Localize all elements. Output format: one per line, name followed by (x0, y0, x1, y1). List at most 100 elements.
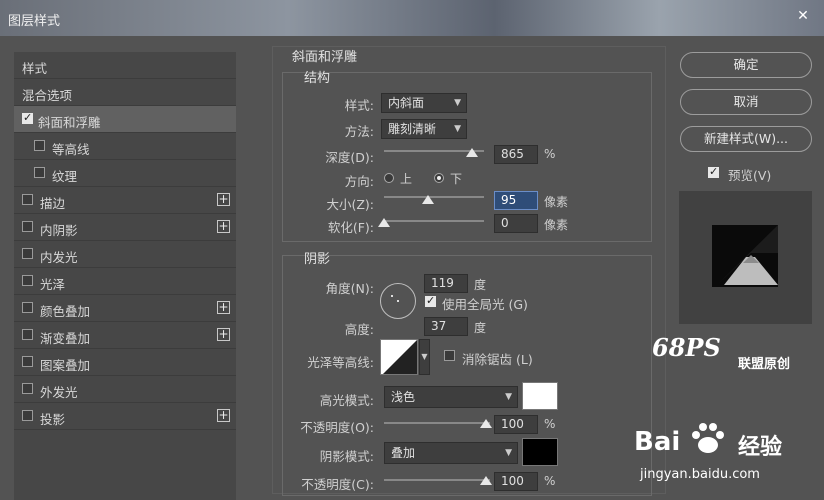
stroke-checkbox[interactable] (22, 194, 33, 205)
list-empty-area (14, 430, 236, 500)
list-item-pattern-overlay[interactable]: 图案叠加 (14, 349, 236, 376)
angle-dial-marker (391, 295, 393, 297)
list-item-styles[interactable]: 样式 (14, 52, 236, 79)
outer-glow-checkbox[interactable] (22, 383, 33, 394)
angle-dial[interactable] (380, 283, 416, 319)
close-icon[interactable]: ✕ (792, 6, 814, 26)
ok-button[interactable]: 确定 (680, 52, 812, 78)
angle-dial-center (397, 300, 399, 302)
list-item-outer-glow[interactable]: 外发光 (14, 376, 236, 403)
shadow-color-swatch[interactable] (522, 438, 558, 466)
baidu-url-text: jingyan.baidu.com (640, 467, 760, 482)
drop-shadow-checkbox[interactable] (22, 410, 33, 421)
gloss-contour-swatch[interactable] (380, 339, 418, 375)
soften-slider-thumb[interactable] (378, 218, 390, 227)
altitude-unit: 度 (474, 321, 487, 335)
direction-down-radio[interactable] (434, 173, 444, 183)
title-bar: 图层样式 ✕ (0, 0, 824, 36)
highlight-opacity-input[interactable]: 100 (494, 415, 538, 434)
contour-dropdown-chevron-icon[interactable]: ▼ (419, 339, 430, 375)
shadow-opacity-track[interactable] (384, 479, 490, 481)
soften-label: 软化(F): (327, 220, 374, 235)
direction-down-label: 下 (450, 172, 463, 186)
highlight-mode-value: 浅色 (391, 390, 416, 404)
soften-input[interactable]: 0 (494, 214, 538, 233)
list-item-label: 描边 (40, 196, 66, 211)
list-item-gradient-overlay[interactable]: 渐变叠加 + (14, 322, 236, 349)
contour-checkbox[interactable] (34, 140, 45, 151)
highlight-mode-select[interactable]: 浅色 ▼ (384, 386, 518, 408)
inner-glow-checkbox[interactable] (22, 248, 33, 259)
pattern-overlay-checkbox[interactable] (22, 356, 33, 367)
add-icon[interactable]: + (217, 301, 230, 314)
add-icon[interactable]: + (217, 409, 230, 422)
window-title: 图层样式 (8, 14, 61, 29)
list-item-label: 图案叠加 (40, 358, 91, 373)
add-icon[interactable]: + (217, 328, 230, 341)
soften-unit: 像素 (544, 218, 569, 232)
depth-input[interactable]: 865 (494, 145, 538, 164)
shadow-opacity-thumb[interactable] (480, 476, 492, 485)
shadow-mode-value: 叠加 (391, 446, 416, 460)
gloss-contour-label: 光泽等高线: (307, 355, 374, 370)
list-item-satin[interactable]: 光泽 (14, 268, 236, 295)
chevron-down-icon: ▼ (454, 98, 461, 108)
bevel-checkbox[interactable] (22, 111, 33, 124)
list-item-inner-shadow[interactable]: 内阴影 + (14, 214, 236, 241)
size-slider-thumb[interactable] (422, 195, 434, 204)
add-icon[interactable]: + (217, 220, 230, 233)
size-input[interactable]: 95 (494, 191, 538, 210)
gradient-overlay-checkbox[interactable] (22, 329, 33, 340)
depth-slider-thumb[interactable] (466, 148, 478, 157)
highlight-opacity-track[interactable] (384, 422, 490, 424)
list-item-label: 内发光 (40, 250, 78, 265)
new-style-button[interactable]: 新建样式(W)... (680, 126, 812, 152)
texture-checkbox[interactable] (34, 167, 45, 178)
list-item-texture[interactable]: 纹理 (14, 160, 236, 187)
list-item-label: 斜面和浮雕 (38, 115, 101, 130)
global-light-checkbox[interactable] (425, 294, 436, 307)
list-item-bevel-emboss[interactable]: 斜面和浮雕 (14, 106, 236, 133)
highlight-opacity-unit: % (544, 417, 556, 431)
style-list: 样式 混合选项 斜面和浮雕 等高线 纹理 描边 + 内阴影 + 内发 (14, 50, 236, 500)
technique-value: 雕刻清晰 (388, 122, 437, 136)
direction-up-label: 上 (400, 172, 413, 186)
size-slider-track[interactable] (384, 196, 484, 198)
satin-checkbox[interactable] (22, 275, 33, 286)
color-overlay-checkbox[interactable] (22, 302, 33, 313)
shadow-mode-select[interactable]: 叠加 ▼ (384, 442, 518, 464)
list-item-inner-glow[interactable]: 内发光 (14, 241, 236, 268)
depth-unit: % (544, 147, 556, 161)
angle-input[interactable]: 119 (424, 274, 468, 293)
list-item-blending-options[interactable]: 混合选项 (14, 79, 236, 106)
list-item-contour[interactable]: 等高线 (14, 133, 236, 160)
chevron-down-icon: ▼ (505, 448, 512, 458)
preview-checkbox[interactable] (708, 165, 719, 178)
angle-label: 角度(N): (325, 281, 374, 296)
shadow-opacity-input[interactable]: 100 (494, 472, 538, 491)
list-item-stroke[interactable]: 描边 + (14, 187, 236, 214)
shadow-opacity-unit: % (544, 474, 556, 488)
highlight-opacity-thumb[interactable] (480, 419, 492, 428)
chevron-down-icon: ▼ (454, 124, 461, 134)
style-preview (679, 191, 812, 324)
list-item-label: 纹理 (52, 169, 78, 184)
antialias-checkbox[interactable] (444, 350, 455, 361)
direction-up-radio[interactable] (384, 173, 394, 183)
layer-style-dialog: 样式 混合选项 斜面和浮雕 等高线 纹理 描边 + 内阴影 + 内发 (0, 36, 824, 500)
size-unit: 像素 (544, 195, 569, 209)
baidu-jingyan-text: 经验 (738, 435, 783, 460)
list-item-label: 等高线 (52, 142, 90, 157)
cancel-button[interactable]: 取消 (680, 89, 812, 115)
technique-select[interactable]: 雕刻清晰 ▼ (381, 119, 467, 139)
inner-shadow-checkbox[interactable] (22, 221, 33, 232)
highlight-color-swatch[interactable] (522, 382, 558, 410)
bevel-style-select[interactable]: 内斜面 ▼ (381, 93, 467, 113)
list-item-label: 颜色叠加 (40, 304, 91, 319)
list-item-color-overlay[interactable]: 颜色叠加 + (14, 295, 236, 322)
add-icon[interactable]: + (217, 193, 230, 206)
soften-slider-track[interactable] (384, 220, 484, 222)
structure-title: 结构 (304, 71, 331, 86)
list-item-drop-shadow[interactable]: 投影 + (14, 403, 236, 430)
altitude-input[interactable]: 37 (424, 317, 468, 336)
